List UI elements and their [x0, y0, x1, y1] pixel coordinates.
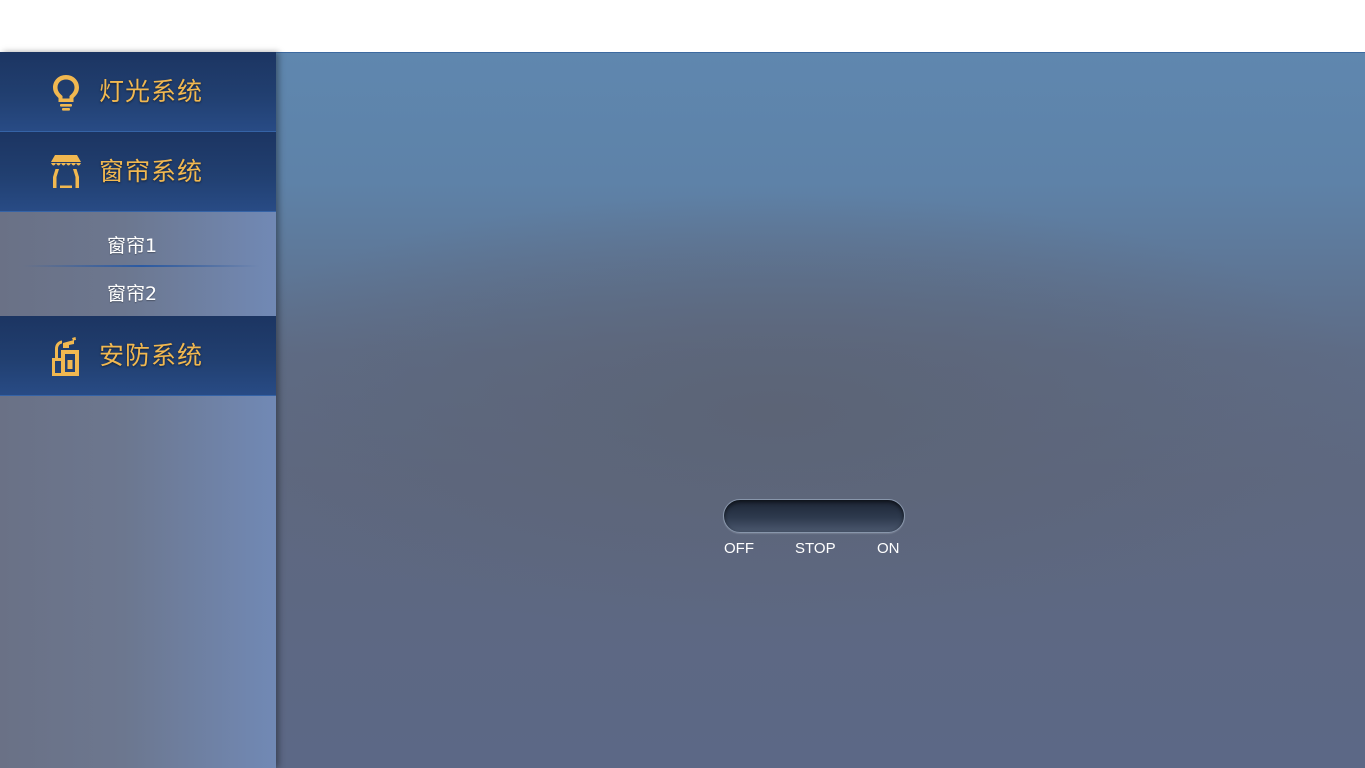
menu-security-label: 安防系统 [99, 341, 204, 370]
off-label[interactable]: OFF [724, 539, 754, 559]
top-bar [0, 0, 1365, 52]
menu-lighting-system[interactable]: 灯光系统 [0, 52, 276, 132]
curtain-icon [51, 155, 81, 188]
fire-extinguisher-icon [52, 337, 79, 376]
stop-label[interactable]: STOP [795, 539, 836, 559]
curtain-item-2[interactable]: 窗帘2 [0, 270, 276, 318]
lightbulb-icon [53, 75, 79, 111]
main-panel: OFF STOP ON [276, 52, 1365, 768]
on-label[interactable]: ON [877, 539, 900, 559]
submenu-divider [22, 265, 260, 267]
menu-curtain-label: 窗帘系统 [99, 157, 204, 186]
sidebar: 灯光系统 窗帘系统 窗帘1 窗帘2 安防系统 [0, 52, 276, 768]
menu-security-system[interactable]: 安防系统 [0, 316, 276, 396]
curtain-control-switch[interactable] [723, 499, 905, 533]
menu-lighting-label: 灯光系统 [99, 77, 204, 106]
curtain-item-1[interactable]: 窗帘1 [0, 222, 276, 270]
menu-curtain-system[interactable]: 窗帘系统 [0, 132, 276, 212]
